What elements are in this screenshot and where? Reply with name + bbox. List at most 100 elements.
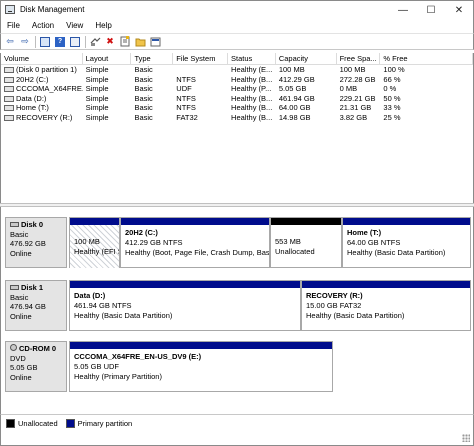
disk-name: Disk 1 [21, 283, 44, 292]
show-hide-tree-icon[interactable] [39, 36, 51, 48]
back-arrow-icon[interactable]: ⇦ [4, 36, 16, 48]
table-row[interactable]: (Disk 0 partition 1) Simple Basic Health… [1, 65, 473, 75]
help-icon[interactable]: ? [54, 36, 66, 48]
layout-cell: Simple [85, 103, 109, 112]
status-cell: Healthy (P... [231, 84, 272, 93]
connect-drive-icon[interactable] [89, 36, 101, 48]
close-button[interactable]: ✕ [445, 1, 473, 19]
partition-name: CCCOMA_X64FRE_EN-US_DV9 (E:) [74, 352, 202, 361]
cd-rom-icon [10, 344, 17, 351]
status-cell: Healthy (B... [231, 74, 273, 84]
partition-status: Healthy (Boot, Page File, Crash Dump, Ba… [125, 248, 269, 257]
folder-icon[interactable] [134, 36, 146, 48]
partition-efi-system[interactable]: 100 MB Healthy (EFI System [69, 217, 120, 268]
minimize-button[interactable]: — [389, 1, 417, 19]
legend-unallocated: Unallocated [18, 419, 58, 428]
column-header-free-space[interactable]: Free Spa... [337, 53, 381, 64]
partition-recovery-r[interactable]: RECOVERY (R:) 15.00 GB FAT32 Healthy (Ba… [301, 280, 471, 331]
capacity-cell: 412.29 GB [278, 74, 315, 84]
view-icon[interactable] [149, 36, 161, 48]
column-header-capacity[interactable]: Capacity [276, 53, 337, 64]
volume-icon [4, 105, 14, 111]
file-system-cell [173, 65, 228, 75]
disk-1-label[interactable]: Disk 1 Basic 476.94 GB Online [5, 280, 67, 331]
volume-name: (Disk 0 partition 1) [16, 65, 77, 74]
partition-size: 100 MB [74, 237, 100, 246]
column-header-type[interactable]: Type [131, 53, 174, 64]
disk-type: DVD [10, 353, 26, 363]
disk-status: Online [10, 248, 32, 258]
disk-icon [10, 222, 19, 227]
type-cell: Basic [134, 74, 153, 84]
volume-name: CCCOMA_X64FRE... [16, 84, 83, 93]
free-space-cell: 21.31 GB [339, 103, 372, 112]
type-cell: Basic [134, 93, 153, 103]
type-cell: Basic [134, 65, 153, 74]
graphical-disk-view: Disk 0 Basic 476.92 GB Online 100 MB Hea… [0, 207, 474, 414]
table-row[interactable]: Data (D:) Simple Basic NTFS Healthy (B..… [1, 94, 473, 104]
delete-icon[interactable]: ✖ [104, 36, 116, 48]
status-cell: Healthy (B... [231, 93, 273, 103]
table-row[interactable]: 20H2 (C:) Simple Basic NTFS Healthy (B..… [1, 75, 473, 85]
partition-size: 5.05 GB UDF [74, 362, 120, 371]
column-header-layout[interactable]: Layout [83, 53, 132, 64]
volume-name: 20H2 (C:) [16, 74, 49, 84]
menu-help[interactable]: Help [89, 21, 117, 30]
partition-size: 553 MB [275, 237, 301, 246]
legend: Unallocated Primary partition [6, 419, 140, 428]
disk-name: CD-ROM 0 [19, 344, 57, 353]
column-header-percent-free[interactable]: % Free [380, 53, 473, 64]
menu-action[interactable]: Action [26, 21, 60, 30]
percent-free-cell: 33 % [383, 103, 401, 112]
partition-status: Healthy (Basic Data Partition) [306, 311, 405, 320]
maximize-button[interactable]: ☐ [417, 1, 445, 19]
type-cell: Basic [134, 103, 153, 112]
disk-0-label[interactable]: Disk 0 Basic 476.92 GB Online [5, 217, 67, 268]
column-header-file-system[interactable]: File System [173, 53, 229, 64]
partition-20h2-c[interactable]: 20H2 (C:) 412.29 GB NTFS Healthy (Boot, … [120, 217, 270, 268]
partition-home-t[interactable]: Home (T:) 64.00 GB NTFS Healthy (Basic D… [342, 217, 471, 268]
partition-name: Home (T:) [347, 228, 382, 237]
partition-data-d[interactable]: Data (D:) 461.94 GB NTFS Healthy (Basic … [69, 280, 301, 331]
partition-name: 20H2 (C:) [125, 228, 158, 237]
volume-name: Home (T:) [16, 103, 49, 112]
menu-view[interactable]: View [60, 21, 89, 30]
partition-cccoma-e[interactable]: CCCOMA_X64FRE_EN-US_DV9 (E:) 5.05 GB UDF… [69, 341, 333, 392]
partition-unallocated[interactable]: 553 MB Unallocated [270, 217, 342, 268]
cdrom-0-label[interactable]: CD-ROM 0 DVD 5.05 GB Online [5, 341, 67, 392]
console-help-icon[interactable] [69, 36, 81, 48]
properties-icon[interactable] [119, 36, 131, 48]
volume-name: RECOVERY (R:) [16, 112, 73, 122]
volume-name: Data (D:) [16, 93, 47, 103]
layout-cell: Simple [85, 74, 109, 84]
partition-status: Healthy (Primary Partition) [74, 372, 162, 381]
menu-bar: File Action View Help [0, 18, 474, 33]
table-row[interactable]: Home (T:) Simple Basic NTFS Healthy (B..… [1, 103, 473, 113]
forward-arrow-icon[interactable]: ⇨ [19, 36, 31, 48]
table-row[interactable]: CCCOMA_X64FRE... Simple Basic UDF Health… [1, 84, 473, 94]
free-space-cell: 100 MB [339, 65, 366, 74]
percent-free-cell: 100 % [383, 65, 405, 74]
column-header-volume[interactable]: Volume [1, 53, 83, 64]
toolbar-separator [85, 35, 86, 48]
column-header-status[interactable]: Status [228, 53, 276, 64]
partition-size: 64.00 GB NTFS [347, 238, 401, 247]
file-system-cell: NTFS [176, 93, 196, 103]
partition-name: Data (D:) [74, 291, 106, 300]
menu-file[interactable]: File [1, 21, 26, 30]
volume-list-header: Volume Layout Type File System Status Ca… [1, 53, 473, 65]
file-system-cell: NTFS [176, 103, 196, 112]
resize-grip-icon[interactable] [462, 434, 470, 442]
volume-icon [4, 76, 14, 83]
layout-cell: Simple [85, 112, 109, 122]
legend-bar: Unallocated Primary partition [0, 414, 474, 446]
disk-icon [10, 285, 19, 290]
legend-primary-partition: Primary partition [77, 419, 133, 428]
table-row[interactable]: RECOVERY (R:) Simple Basic FAT32 Healthy… [1, 113, 473, 123]
disk-status: Online [10, 372, 32, 382]
layout-cell: Simple [85, 65, 109, 74]
free-space-cell: 0 MB [339, 84, 358, 93]
disk-name: Disk 0 [21, 220, 44, 229]
free-space-cell: 229.21 GB [339, 93, 376, 103]
capacity-cell: 5.05 GB [278, 84, 307, 93]
